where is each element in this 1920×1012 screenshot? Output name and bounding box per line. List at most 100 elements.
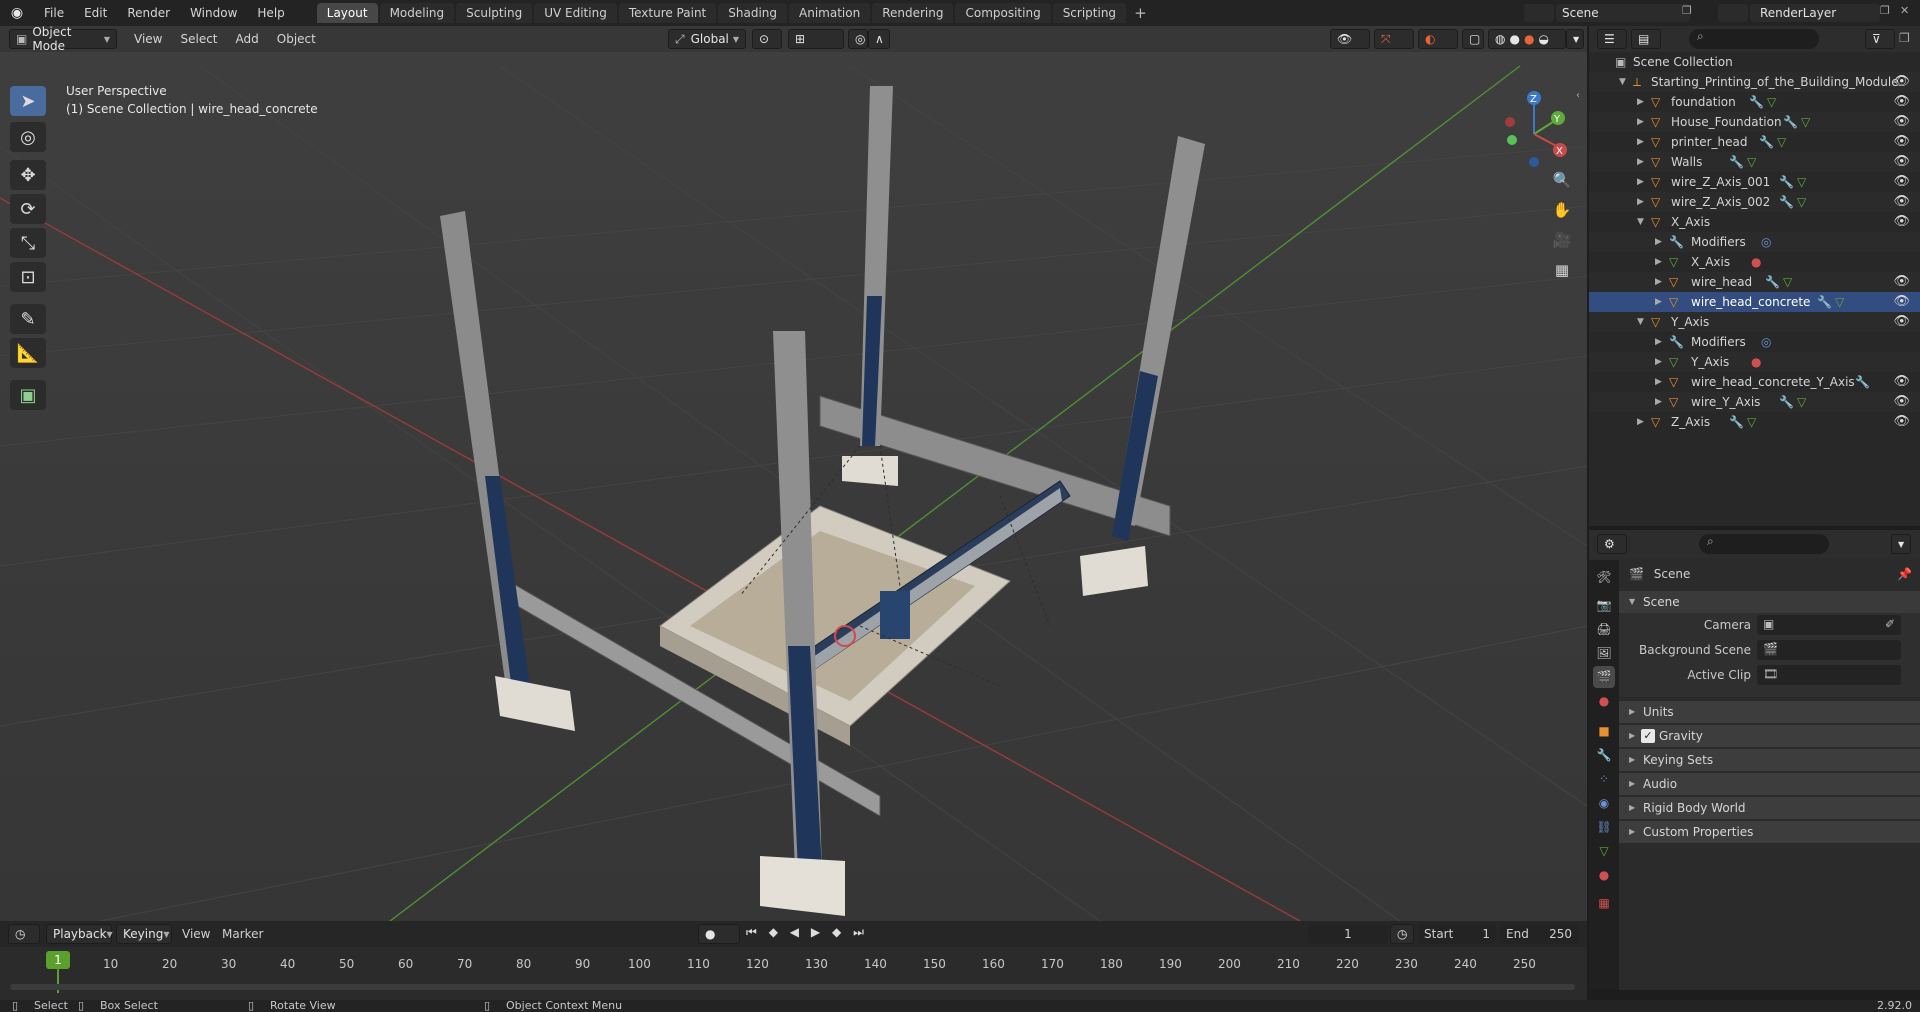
eye-icon[interactable]: 👁 [1893,392,1910,412]
3d-viewport[interactable]: ▣ Object Mode ▼ View Select Add Object ⤢… [0,26,1587,921]
menu-file[interactable]: File [34,0,74,26]
jump-end-icon[interactable]: ⏭ [853,925,864,943]
tab-sculpting[interactable]: Sculpting [456,3,533,23]
expand-triangle-icon[interactable]: ▶ [1637,92,1644,112]
view-layer-selector-icon[interactable] [1718,4,1748,22]
start-frame-field[interactable]: Start 1 [1418,924,1496,944]
ortho-grid-icon[interactable]: ▦ [1550,258,1574,282]
keying-sets-panel-header[interactable]: ▶ Keying Sets [1619,749,1920,771]
properties-editor-icon[interactable]: ⚙ [1597,534,1627,554]
measure-tool[interactable]: 📐 [10,338,46,368]
units-panel-header[interactable]: ▶ Units [1619,701,1920,723]
render-tab-icon[interactable]: 📷 [1593,594,1615,616]
outliner-item[interactable]: ▶ ▽ Y_Axis ● [1589,352,1920,372]
viewport-menu-view[interactable]: View [125,32,171,46]
outliner-item[interactable]: ▶ 🔧 Modifiers ◎ [1589,232,1920,252]
physics-tab-icon[interactable]: ◉ [1593,792,1615,814]
transform-tool[interactable]: ⊡ [10,262,46,292]
prev-keyframe-icon[interactable]: ◆ [769,925,778,943]
rigid-body-world-panel-header[interactable]: ▶ Rigid Body World [1619,797,1920,819]
expand-triangle-icon[interactable]: ▶ [1637,132,1644,152]
play-reverse-icon[interactable]: ◀ [790,925,799,943]
outliner-item[interactable]: ▶ ▽ foundation 🔧 ▽ 👁 [1589,92,1920,112]
new-scene-icon[interactable]: ❐ [1682,4,1694,22]
navigation-gizmo[interactable]: Z Y X [1498,86,1570,174]
snap-icon[interactable]: ⊞ [788,29,844,49]
new-collection-icon[interactable]: ❐ [1899,31,1910,45]
scene-name-field[interactable]: Scene [1556,4,1690,22]
proportional-edit-icon[interactable]: ◎ [848,29,868,49]
expand-triangle-icon[interactable]: ▶ [1655,332,1662,352]
collapse-triangle-icon[interactable]: ▼ [1637,212,1644,232]
properties-search-input[interactable]: ⌕ [1699,534,1829,554]
outliner-item[interactable]: ▶ ▽ wire_head 🔧 ▽ 👁 [1589,272,1920,292]
solid-shading-icon[interactable]: ● [1509,32,1519,46]
outliner-item[interactable]: ▶ ▽ X_Axis ● [1589,252,1920,272]
auto-keying-button[interactable]: ● [698,924,740,944]
tab-shading[interactable]: Shading [718,3,787,23]
expand-triangle-icon[interactable]: ▶ [1655,292,1662,312]
sidebar-toggle-icon[interactable]: ‹ [1576,90,1580,101]
menu-help[interactable]: Help [247,0,294,26]
material-shading-icon[interactable]: ● [1524,32,1534,46]
particles-tab-icon[interactable]: ⁘ [1593,768,1615,790]
timeline-menu-view[interactable]: View [182,927,210,941]
eyedropper-icon[interactable]: ✐ [1885,617,1895,631]
texture-tab-icon[interactable]: ▦ [1593,892,1615,914]
expand-triangle-icon[interactable]: ▶ [1637,152,1644,172]
pin-icon[interactable]: 📌 [1897,564,1912,584]
outliner-item[interactable]: ▶ ▽ wire_Z_Axis_001 🔧 ▽ 👁 [1589,172,1920,192]
outliner-item[interactable]: ▶ 🔧 Modifiers ◎ [1589,332,1920,352]
menu-edit[interactable]: Edit [74,0,117,26]
outliner-scene-collection[interactable]: ▣ Scene Collection [1589,52,1920,72]
tab-rendering[interactable]: Rendering [872,3,954,23]
object-tab-icon[interactable]: ■ [1593,720,1615,742]
eye-icon[interactable]: 👁 [1893,132,1910,152]
outliner-item[interactable]: ▶ ▽ wire_Y_Axis 🔧 ▽ 👁 [1589,392,1920,412]
rotate-tool[interactable]: ⟳ [10,194,46,224]
jump-start-icon[interactable]: ⏮ [746,925,757,943]
expand-triangle-icon[interactable]: ▶ [1655,252,1662,272]
play-icon[interactable]: ▶ [811,925,820,943]
playback-menu[interactable]: Playback ▼ [46,924,113,944]
view-layer-name-field[interactable]: RenderLayer [1750,4,1880,22]
timeline-track[interactable] [0,947,1587,1000]
mode-dropdown[interactable]: ▣ Object Mode ▼ [9,26,117,53]
expand-triangle-icon[interactable]: ▶ [1655,392,1662,412]
pan-hand-icon[interactable]: ✋ [1550,198,1574,222]
timeline-editor-icon[interactable]: ◷ [8,924,40,944]
menu-window[interactable]: Window [180,0,247,26]
expand-triangle-icon[interactable]: ▶ [1655,232,1662,252]
add-cube-tool[interactable]: ▣ [10,380,46,410]
annotate-tool[interactable]: ✎ [10,304,46,334]
outliner-item[interactable]: ▶ ▽ wire_head_concrete_Y_Axis 🔧 👁 [1589,372,1920,392]
tab-modeling[interactable]: Modeling [379,3,455,23]
preview-range-icon[interactable]: ◷ [1390,924,1414,944]
select-box-tool[interactable]: ➤ [10,86,46,116]
tool-tab-icon[interactable]: 🛠 [1593,566,1615,588]
eye-icon[interactable]: 👁 [1893,112,1910,132]
tab-uv-editing[interactable]: UV Editing [534,3,617,23]
eye-icon[interactable]: 👁 [1893,372,1910,392]
menu-render[interactable]: Render [117,0,180,26]
active-clip-field[interactable]: 🎞 [1757,665,1901,685]
viewport-menu-select[interactable]: Select [171,32,226,46]
eye-icon[interactable]: 👁 [1893,172,1910,192]
data-tab-icon[interactable]: ▽ [1593,840,1615,862]
view-layer-tab-icon[interactable]: 🖼 [1593,642,1615,664]
blender-logo-icon[interactable]: ◉ [0,5,34,21]
outliner-item[interactable]: ▶ ▽ House_Foundation 🔧 ▽ 👁 [1589,112,1920,132]
outliner-item[interactable]: ▶ ▽ Z_Axis 🔧 ▽ 👁 [1589,412,1920,432]
xray-toggle-icon[interactable]: ▢ [1462,29,1484,49]
transform-orientation-dropdown[interactable]: ⤢ Global ▼ [668,29,746,49]
outliner-item[interactable]: ▼ ▽ X_Axis 👁 [1589,212,1920,232]
tab-compositing[interactable]: Compositing [955,3,1051,23]
expand-triangle-icon[interactable]: ▶ [1655,372,1662,392]
expand-triangle-icon[interactable]: ▶ [1637,412,1644,432]
output-tab-icon[interactable]: 🖨 [1593,618,1615,640]
outliner-search-input[interactable]: ⌕ [1689,29,1819,49]
camera-field[interactable]: ▣ ✐ [1757,615,1901,635]
eye-icon[interactable]: 👁 [1893,72,1910,92]
eye-icon[interactable]: 👁 [1893,192,1910,212]
expand-triangle-icon[interactable]: ▶ [1655,272,1662,292]
